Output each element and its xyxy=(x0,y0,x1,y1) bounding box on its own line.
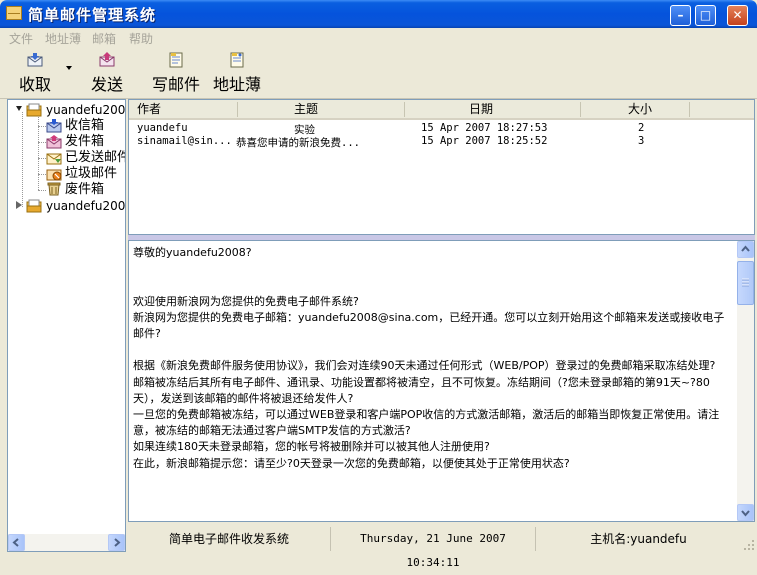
scroll-thumb[interactable] xyxy=(737,261,754,305)
tree-folder-label: 废件箱 xyxy=(65,182,105,197)
mail-app-icon xyxy=(6,6,22,20)
menu-addressbook[interactable]: 地址薄 xyxy=(45,30,81,47)
column-separator[interactable] xyxy=(237,102,238,117)
mail-date: 15 Apr 2007 18:27:53 xyxy=(421,122,548,134)
receive-mail-icon xyxy=(27,53,43,67)
trash-icon xyxy=(47,182,61,196)
status-bar: 简单电子邮件收发系统 Thursday, 21 June 2007 10:34:… xyxy=(128,524,757,569)
minimize-button[interactable]: – xyxy=(670,5,691,26)
message-body[interactable]: 尊敬的yuandefu2008? 欢迎使用新浪网为您提供的免费电子邮件系统? 新… xyxy=(133,245,733,521)
tree-connector xyxy=(38,158,46,159)
send-mail-icon xyxy=(99,52,115,67)
tree-connector xyxy=(22,112,23,207)
message-vertical-scrollbar[interactable] xyxy=(737,241,754,521)
column-size[interactable]: 大小 xyxy=(628,100,652,120)
collapse-arrow-icon[interactable] xyxy=(16,106,22,111)
resize-grip-icon[interactable] xyxy=(743,539,755,551)
tree-connector xyxy=(38,174,46,175)
send-button[interactable]: 发送 xyxy=(90,50,124,96)
outbox-icon xyxy=(46,135,62,149)
compose-icon xyxy=(169,52,183,68)
mail-date: 15 Apr 2007 18:25:52 xyxy=(421,135,548,147)
chevron-left-icon xyxy=(12,538,19,547)
status-hostname: 主机名:yuandefu xyxy=(590,532,687,546)
addressbook-button[interactable]: 地址薄 xyxy=(212,50,262,96)
mail-author: yuandefu xyxy=(137,122,188,134)
chevron-right-icon xyxy=(114,538,121,547)
mail-row[interactable]: yuandefu 实验 15 Apr 2007 18:27:53 2 xyxy=(129,121,754,136)
mailbox-account-icon xyxy=(26,199,42,213)
send-label: 发送 xyxy=(90,75,123,94)
menu-file[interactable]: 文件 xyxy=(9,30,33,47)
status-datetime: Thursday, 21 June 2007 10:34:11 xyxy=(331,527,536,569)
column-separator[interactable] xyxy=(404,102,405,117)
mail-subject: 恭喜您申请的新浪免费... xyxy=(236,137,360,149)
tree-folder-label: 已发送邮件 xyxy=(65,150,126,165)
junk-mail-icon xyxy=(46,169,62,181)
window-title: 简单邮件管理系统 xyxy=(28,6,157,24)
menu-help[interactable]: 帮助 xyxy=(129,30,153,47)
receive-button[interactable]: 收取 xyxy=(16,50,54,96)
mailbox-account-icon xyxy=(26,103,42,117)
message-viewer[interactable]: 尊敬的yuandefu2008? 欢迎使用新浪网为您提供的免费电子邮件系统? 新… xyxy=(128,240,755,522)
mail-size: 3 xyxy=(638,135,645,147)
column-subject[interactable]: 主题 xyxy=(294,100,318,120)
scroll-up-button[interactable] xyxy=(737,241,754,258)
tree-folder-label: 收信箱 xyxy=(65,118,105,133)
maximize-button[interactable]: □ xyxy=(695,5,716,26)
tree-folder-label: 发件箱 xyxy=(65,134,105,149)
mail-list-header xyxy=(129,100,754,120)
tree-account-2-label: yuandefu2008 xyxy=(46,199,126,213)
chevron-down-icon xyxy=(741,510,750,517)
scroll-left-button[interactable] xyxy=(8,534,25,551)
mail-list[interactable]: 作者 主题 日期 大小 yuandefu 实验 15 Apr 2007 18:2… xyxy=(128,99,755,235)
scroll-right-button[interactable] xyxy=(108,534,125,551)
column-separator[interactable] xyxy=(689,102,690,117)
scroll-down-button[interactable] xyxy=(737,504,754,521)
chevron-up-icon xyxy=(741,245,750,252)
folder-tree[interactable]: yuandefu2008 收信箱 发件箱 已发送邮件 垃圾邮件 废件箱 yuan… xyxy=(7,99,126,552)
inbox-icon xyxy=(46,119,62,133)
column-separator[interactable] xyxy=(580,102,581,117)
sent-mail-icon xyxy=(46,153,62,165)
close-button[interactable]: ✕ xyxy=(727,5,748,26)
tree-connector xyxy=(38,126,46,127)
tree-horizontal-scrollbar[interactable] xyxy=(8,534,125,551)
mail-size: 2 xyxy=(638,122,645,134)
compose-button[interactable]: 写邮件 xyxy=(151,50,201,96)
column-author[interactable]: 作者 xyxy=(137,100,161,120)
tree-connector xyxy=(38,142,46,143)
tree-folder-label: 垃圾邮件 xyxy=(65,166,118,181)
expand-arrow-outline xyxy=(16,201,22,209)
column-date[interactable]: 日期 xyxy=(469,100,493,120)
grip-icon xyxy=(742,278,749,287)
receive-dropdown-arrow[interactable] xyxy=(66,66,72,70)
menu-bar: 文件 地址薄 邮箱 帮助 xyxy=(0,28,757,46)
title-bar[interactable]: 简单邮件管理系统 – □ ✕ xyxy=(0,0,757,28)
tree-connector xyxy=(38,190,46,191)
compose-label: 写邮件 xyxy=(151,75,200,94)
toolbar: 收取 发送 写邮件 地址薄 xyxy=(0,46,757,99)
addressbook-icon xyxy=(230,52,244,68)
receive-label: 收取 xyxy=(18,75,51,94)
mail-row[interactable]: sinamail@sin... 恭喜您申请的新浪免费... 15 Apr 200… xyxy=(129,134,754,149)
addressbook-label: 地址薄 xyxy=(212,75,261,94)
menu-mailbox[interactable]: 邮箱 xyxy=(92,30,116,47)
status-app-name: 简单电子邮件收发系统 xyxy=(128,527,331,551)
mail-author: sinamail@sin... xyxy=(137,135,232,147)
tree-account-1-label: yuandefu2008 xyxy=(46,103,126,117)
